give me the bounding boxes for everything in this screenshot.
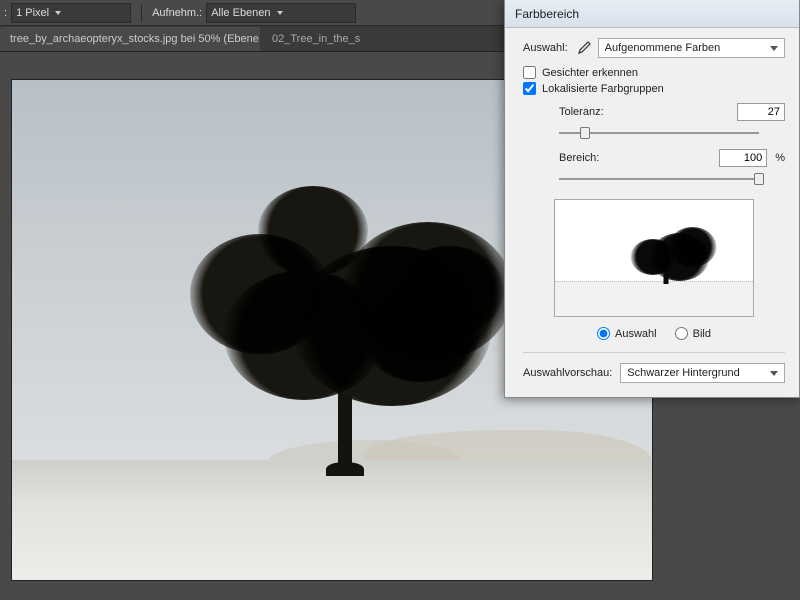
select-row: Auswahl: Aufgenommene Farben [523,38,785,58]
range-slider[interactable] [559,171,759,187]
selection-preview-row: Auswahlvorschau: Schwarzer Hintergrund [523,352,785,383]
dialog-title: Farbbereich [515,7,579,21]
checkbox-label: Gesichter erkennen [542,67,638,79]
brush-size-value: 1 Pixel [16,7,49,19]
checkbox-input[interactable] [523,82,536,95]
radio-input[interactable] [675,327,688,340]
chevron-down-icon [55,11,61,15]
sample-label: Aufnehm.: [152,7,202,19]
select-dropdown[interactable]: Aufgenommene Farben [598,38,785,58]
brush-size-select[interactable]: 1 Pixel [11,3,131,23]
slider-track [559,178,759,180]
preview-mode-radios: Auswahl Bild [523,327,785,340]
tolerance-slider[interactable] [559,125,759,141]
checkbox-input[interactable] [523,66,536,79]
select-value: Aufgenommene Farben [605,42,721,54]
preview-dropdown-label: Auswahlvorschau: [523,367,612,379]
image-content [156,150,496,390]
dialog-title-bar[interactable]: Farbbereich [505,0,799,28]
chevron-down-icon [277,11,283,15]
range-input[interactable] [719,149,767,167]
detect-faces-checkbox[interactable]: Gesichter erkennen [523,66,785,79]
tolerance-row: Toleranz: [523,103,785,121]
radio-label: Auswahl [615,328,657,340]
range-row: Bereich: % [523,149,785,167]
color-range-dialog: Farbbereich Auswahl: Aufgenommene Farben… [504,0,800,398]
radio-selection[interactable]: Auswahl [597,327,657,340]
tab-label: 02_Tree_in_the_s [272,33,360,45]
sample-value: Alle Ebenen [211,7,270,19]
eyedropper-icon [574,41,592,55]
radio-image[interactable]: Bild [675,327,711,340]
preview-dropdown[interactable]: Schwarzer Hintergrund [620,363,785,383]
image-content [12,460,652,580]
localized-clusters-checkbox[interactable]: Lokalisierte Farbgruppen [523,82,785,95]
radio-label: Bild [693,328,711,340]
selection-preview [554,199,754,317]
document-tab-active[interactable]: tree_by_archaeopteryx_stocks.jpg bei 50%… [0,27,260,51]
slider-thumb[interactable] [580,127,590,139]
separator [141,4,142,22]
sample-select[interactable]: Alle Ebenen [206,3,356,23]
dialog-body: Auswahl: Aufgenommene Farben Gesichter e… [505,28,799,397]
preview-dropdown-value: Schwarzer Hintergrund [627,367,740,379]
checkbox-label: Lokalisierte Farbgruppen [542,83,664,95]
range-unit: % [775,152,785,164]
chevron-down-icon [770,46,778,51]
select-label: Auswahl: [523,42,568,54]
chevron-down-icon [770,371,778,376]
tab-label: tree_by_archaeopteryx_stocks.jpg bei 50%… [10,33,260,45]
slider-thumb[interactable] [754,173,764,185]
tolerance-label: Toleranz: [559,106,615,118]
brush-size-label: : [4,7,7,19]
radio-input[interactable] [597,327,610,340]
range-label: Bereich: [559,152,615,164]
document-tab[interactable]: 02_Tree_in_the_s [262,27,370,51]
tolerance-input[interactable] [737,103,785,121]
